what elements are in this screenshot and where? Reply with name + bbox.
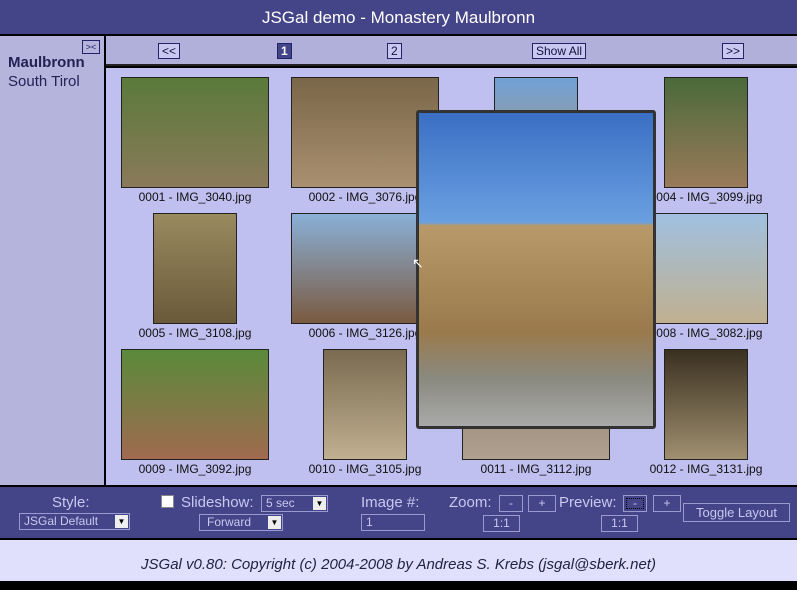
thumbnail-caption: 0005 - IMG_3108.jpg xyxy=(138,326,252,340)
preview-label: Preview: xyxy=(559,494,617,511)
thumbnail-image[interactable] xyxy=(644,213,768,324)
dropdown-arrow-icon: ▼ xyxy=(313,497,326,510)
next-page-button[interactable]: >> xyxy=(722,43,745,59)
thumbnail-image[interactable] xyxy=(664,77,748,188)
thumbnail-caption: 0010 - IMG_3105.jpg xyxy=(308,462,422,476)
image-preview-popup[interactable] xyxy=(416,110,656,429)
copyright-text: JSGal v0.80: Copyright (c) 2004-2008 by … xyxy=(141,556,656,573)
mouse-cursor-icon: ↖ xyxy=(412,255,424,271)
sidebar-item-south-tirol[interactable]: South Tirol xyxy=(8,73,80,90)
slideshow-checkbox[interactable] xyxy=(161,495,174,508)
thumbnail-caption: 0009 - IMG_3092.jpg xyxy=(138,462,252,476)
thumbnail-item[interactable]: 0001 - IMG_3040.jpg xyxy=(110,77,280,204)
sidebar: >< Maulbronn South Tirol xyxy=(0,36,104,485)
thumbnail-caption: 0001 - IMG_3040.jpg xyxy=(138,190,252,204)
footer: JSGal v0.80: Copyright (c) 2004-2008 by … xyxy=(0,540,797,581)
slideshow-interval-select[interactable]: 5 sec ▼ xyxy=(261,495,328,512)
preview-larger-button[interactable]: + xyxy=(653,495,681,512)
zoom-in-button[interactable]: + xyxy=(528,495,556,512)
direction-value: Forward xyxy=(207,515,252,529)
thumbnail-caption: 0012 - IMG_3131.jpg xyxy=(649,462,763,476)
page-navigation: << 1 2 Show All >> xyxy=(106,36,797,66)
thumbnail-item[interactable]: 0009 - IMG_3092.jpg xyxy=(110,349,280,476)
slideshow-label: Slideshow: xyxy=(181,494,254,511)
thumbnail-item[interactable]: 0005 - IMG_3108.jpg xyxy=(110,213,280,340)
preview-reset-button[interactable]: 1:1 xyxy=(601,515,638,532)
zoom-reset-button[interactable]: 1:1 xyxy=(483,515,520,532)
page-2-button[interactable]: 2 xyxy=(387,43,402,59)
collapse-sidebar-button[interactable]: >< xyxy=(82,40,100,54)
style-select[interactable]: JSGal Default ▼ xyxy=(19,513,130,530)
thumbnail-image[interactable] xyxy=(121,349,269,460)
page-header: JSGal demo - Monastery Maulbronn xyxy=(0,0,797,34)
zoom-label: Zoom: xyxy=(449,494,492,511)
thumbnail-image[interactable] xyxy=(323,349,407,460)
thumbnail-image[interactable] xyxy=(153,213,237,324)
interval-value: 5 sec xyxy=(266,496,295,510)
thumbnail-image[interactable] xyxy=(121,77,269,188)
image-number-label: Image #: xyxy=(361,494,420,511)
preview-smaller-button[interactable]: - xyxy=(623,495,647,512)
style-value: JSGal Default xyxy=(24,514,99,528)
image-number-input[interactable]: 1 xyxy=(361,514,425,531)
sidebar-item-maulbronn[interactable]: Maulbronn xyxy=(8,54,85,71)
dropdown-arrow-icon: ▼ xyxy=(268,516,281,529)
prev-page-button[interactable]: << xyxy=(158,43,181,59)
toggle-layout-button[interactable]: Toggle Layout xyxy=(683,503,790,522)
controls-bar: Style: JSGal Default ▼ Slideshow: 5 sec ▼ … xyxy=(0,487,797,538)
style-label: Style: xyxy=(52,494,90,511)
thumbnail-image[interactable] xyxy=(664,349,748,460)
slideshow-direction-select[interactable]: Forward ▼ xyxy=(199,514,283,531)
thumbnail-caption: 0011 - IMG_3112.jpg xyxy=(480,462,592,476)
dropdown-arrow-icon: ▼ xyxy=(115,515,128,528)
zoom-out-button[interactable]: - xyxy=(499,495,523,512)
show-all-button[interactable]: Show All xyxy=(532,43,587,59)
page-title: JSGal demo - Monastery Maulbronn xyxy=(261,8,536,27)
page-1-button[interactable]: 1 xyxy=(277,43,292,59)
